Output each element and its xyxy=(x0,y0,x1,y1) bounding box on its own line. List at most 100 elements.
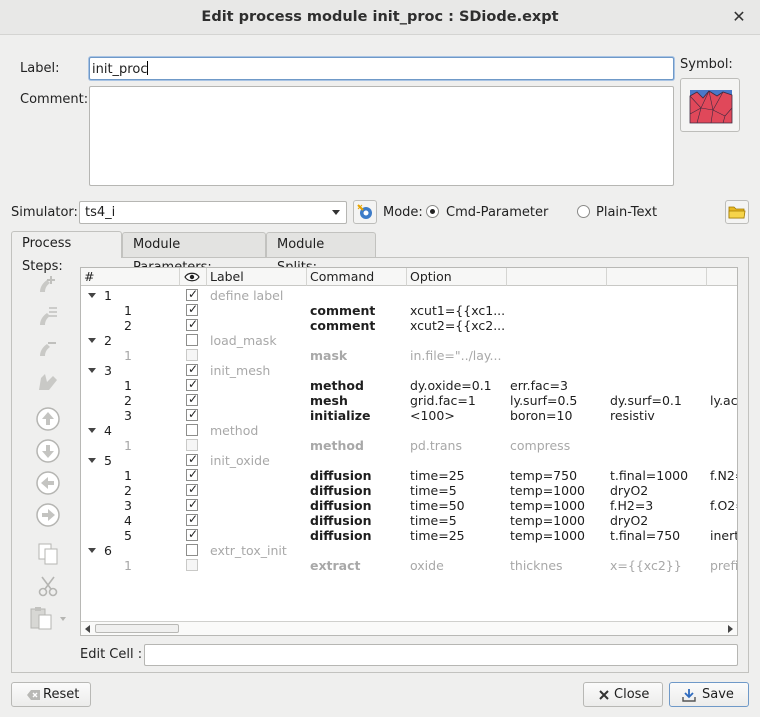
row-command[interactable]: comment xyxy=(310,318,375,333)
edit-step-icon[interactable] xyxy=(35,368,61,394)
row-option[interactable]: dryO2 xyxy=(610,483,705,498)
comment-textarea[interactable] xyxy=(89,86,674,186)
visibility-checkbox[interactable] xyxy=(186,527,198,541)
row-option[interactable]: temp=1000 xyxy=(510,483,605,498)
row-label[interactable]: load_mask xyxy=(210,333,277,348)
column-header-command[interactable]: Command xyxy=(307,268,407,286)
table-row[interactable]: 5 init_oxide xyxy=(81,452,737,468)
table-row[interactable]: 2 mesh grid.fac=1 ly.surf=0.5 dy.surf=0.1 ly.… xyxy=(81,392,737,408)
table-row[interactable]: 2 load_mask xyxy=(81,333,737,348)
mode-plain-label[interactable]: Plain-Text xyxy=(596,205,657,220)
row-label[interactable]: method xyxy=(210,423,258,438)
row-option[interactable]: prefi xyxy=(710,558,737,573)
tab-module-splits[interactable]: Module Splits: xyxy=(266,232,376,275)
row-option[interactable]: temp=1000 xyxy=(510,528,605,543)
arrow-left-icon[interactable] xyxy=(35,470,61,496)
cut-icon[interactable] xyxy=(35,573,61,599)
row-option[interactable]: pd.trans xyxy=(410,438,505,453)
table-row[interactable]: 3 init_mesh xyxy=(81,362,737,378)
visibility-checkbox[interactable] xyxy=(186,424,198,436)
row-command[interactable]: diffusion xyxy=(310,513,371,528)
visibility-checkbox[interactable] xyxy=(186,349,198,361)
expand-toggle-icon[interactable] xyxy=(88,548,96,553)
table-row[interactable]: 2 diffusion time=5 temp=1000 dryO2 xyxy=(81,482,737,498)
simulator-select[interactable]: ts4_i xyxy=(79,201,347,224)
row-option[interactable]: compress xyxy=(510,438,605,453)
row-command[interactable]: diffusion xyxy=(310,468,371,483)
table-row[interactable]: 5 diffusion time=25 temp=1000 t.final=750 ine… xyxy=(81,527,737,543)
row-option[interactable]: ly.ac xyxy=(710,393,737,408)
remove-step-icon[interactable] xyxy=(35,336,61,362)
table-row[interactable]: 1 comment xcut1={{xc1... xyxy=(81,302,737,318)
row-option[interactable]: ly.surf=0.5 xyxy=(510,393,605,408)
row-option[interactable]: f.O2= xyxy=(710,498,737,513)
save-button[interactable]: Save xyxy=(669,682,749,707)
expand-toggle-icon[interactable] xyxy=(88,368,96,373)
row-option[interactable]: in.file="../lay... xyxy=(410,348,505,363)
row-option[interactable]: x={{xc2}} xyxy=(610,558,705,573)
visibility-checkbox[interactable] xyxy=(186,334,198,346)
insert-step-icon[interactable] xyxy=(35,304,61,330)
open-folder-button[interactable] xyxy=(725,200,749,224)
visibility-checkbox[interactable] xyxy=(186,559,198,571)
column-header-visible[interactable] xyxy=(180,268,207,286)
row-label[interactable]: init_oxide xyxy=(210,453,270,468)
visibility-checkbox[interactable] xyxy=(186,544,198,556)
row-option[interactable]: time=5 xyxy=(410,483,505,498)
mode-plain-radio[interactable] xyxy=(577,205,590,218)
row-option[interactable]: temp=1000 xyxy=(510,513,605,528)
visibility-checkbox[interactable] xyxy=(186,317,198,331)
row-option[interactable]: t.final=1000 xyxy=(610,468,705,483)
expand-toggle-icon[interactable] xyxy=(88,428,96,433)
table-row[interactable]: 1 method pd.trans compress xyxy=(81,438,737,453)
row-option[interactable]: boron=10 xyxy=(510,408,605,423)
close-button[interactable]: Close xyxy=(583,682,663,707)
table-row[interactable]: 6 extr_tox_init xyxy=(81,543,737,558)
paste-icon[interactable] xyxy=(29,605,69,631)
row-command[interactable]: mask xyxy=(310,348,347,363)
row-label[interactable]: extr_tox_init xyxy=(210,543,287,558)
row-command[interactable]: diffusion xyxy=(310,528,371,543)
arrow-down-icon[interactable] xyxy=(35,438,61,464)
table-row[interactable]: 4 diffusion time=5 temp=1000 dryO2 xyxy=(81,512,737,528)
window-close-icon[interactable]: ✕ xyxy=(728,6,750,28)
tab-module-parameters[interactable]: Module Parameters: xyxy=(122,232,266,275)
scroll-left-icon[interactable] xyxy=(84,625,91,633)
row-option[interactable]: resistiv xyxy=(610,408,705,423)
tab-process-steps[interactable]: Process Steps: xyxy=(11,231,122,274)
expand-toggle-icon[interactable] xyxy=(88,293,96,298)
visibility-checkbox[interactable] xyxy=(186,452,198,466)
visibility-checkbox[interactable] xyxy=(186,287,198,301)
visibility-checkbox[interactable] xyxy=(186,392,198,406)
row-option[interactable]: temp=750 xyxy=(510,468,605,483)
row-option[interactable]: thicknes xyxy=(510,558,605,573)
copy-icon[interactable] xyxy=(35,541,61,567)
row-option[interactable]: f.H2=3 xyxy=(610,498,705,513)
scrollbar-thumb[interactable] xyxy=(95,624,179,633)
row-option[interactable]: oxide xyxy=(410,558,505,573)
row-command[interactable]: diffusion xyxy=(310,498,371,513)
row-command[interactable]: diffusion xyxy=(310,483,371,498)
visibility-checkbox[interactable] xyxy=(186,302,198,316)
row-command[interactable]: extract xyxy=(310,558,361,573)
column-header-label[interactable]: Label xyxy=(207,268,307,286)
mode-cmd-label[interactable]: Cmd-Parameter xyxy=(446,205,548,220)
row-option[interactable]: xcut2={{xc2... xyxy=(410,318,505,333)
row-command[interactable]: method xyxy=(310,378,364,393)
table-row[interactable]: 4 method xyxy=(81,423,737,438)
visibility-checkbox[interactable] xyxy=(186,439,198,451)
table-row[interactable]: 1 method dy.oxide=0.1 err.fac=3 xyxy=(81,377,737,393)
label-input[interactable]: init_proc xyxy=(89,57,674,80)
row-option[interactable]: xcut1={{xc1... xyxy=(410,303,505,318)
visibility-checkbox[interactable] xyxy=(186,377,198,391)
table-row[interactable]: 1 define label xyxy=(81,287,737,303)
row-option[interactable]: t.final=750 xyxy=(610,528,705,543)
expand-toggle-icon[interactable] xyxy=(88,458,96,463)
visibility-checkbox[interactable] xyxy=(186,362,198,376)
row-label[interactable]: define label xyxy=(210,288,283,303)
simulator-wizard-button[interactable] xyxy=(353,200,377,224)
scroll-right-icon[interactable] xyxy=(727,625,734,633)
row-option[interactable]: inert xyxy=(710,528,737,543)
row-label[interactable]: init_mesh xyxy=(210,363,270,378)
row-command[interactable]: mesh xyxy=(310,393,348,408)
